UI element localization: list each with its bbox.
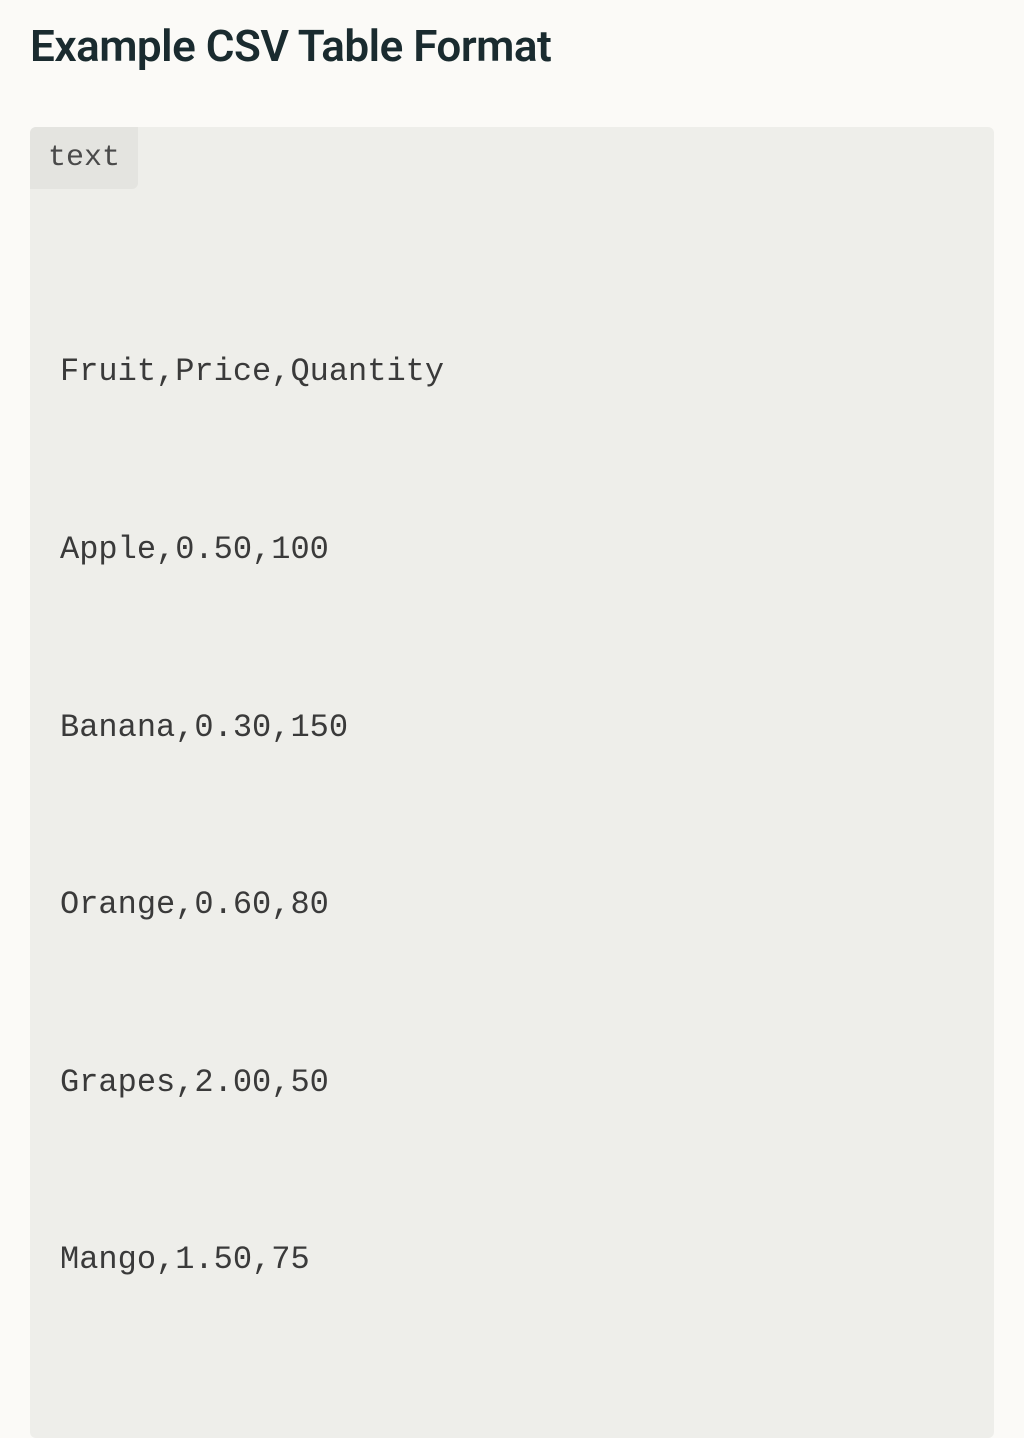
code-language-tag: text xyxy=(30,127,138,189)
code-content: Fruit,Price,Quantity Apple,0.50,100 Bana… xyxy=(30,189,994,1438)
section-heading: Example CSV Table Format xyxy=(30,20,994,72)
code-line: Apple,0.50,100 xyxy=(60,520,964,579)
code-line: Grapes,2.00,50 xyxy=(60,1053,964,1112)
code-line: Orange,0.60,80 xyxy=(60,875,964,934)
code-line: Banana,0.30,150 xyxy=(60,698,964,757)
code-line: Fruit,Price,Quantity xyxy=(60,342,964,401)
code-line: Mango,1.50,75 xyxy=(60,1230,964,1289)
code-block: text Fruit,Price,Quantity Apple,0.50,100… xyxy=(30,127,994,1438)
